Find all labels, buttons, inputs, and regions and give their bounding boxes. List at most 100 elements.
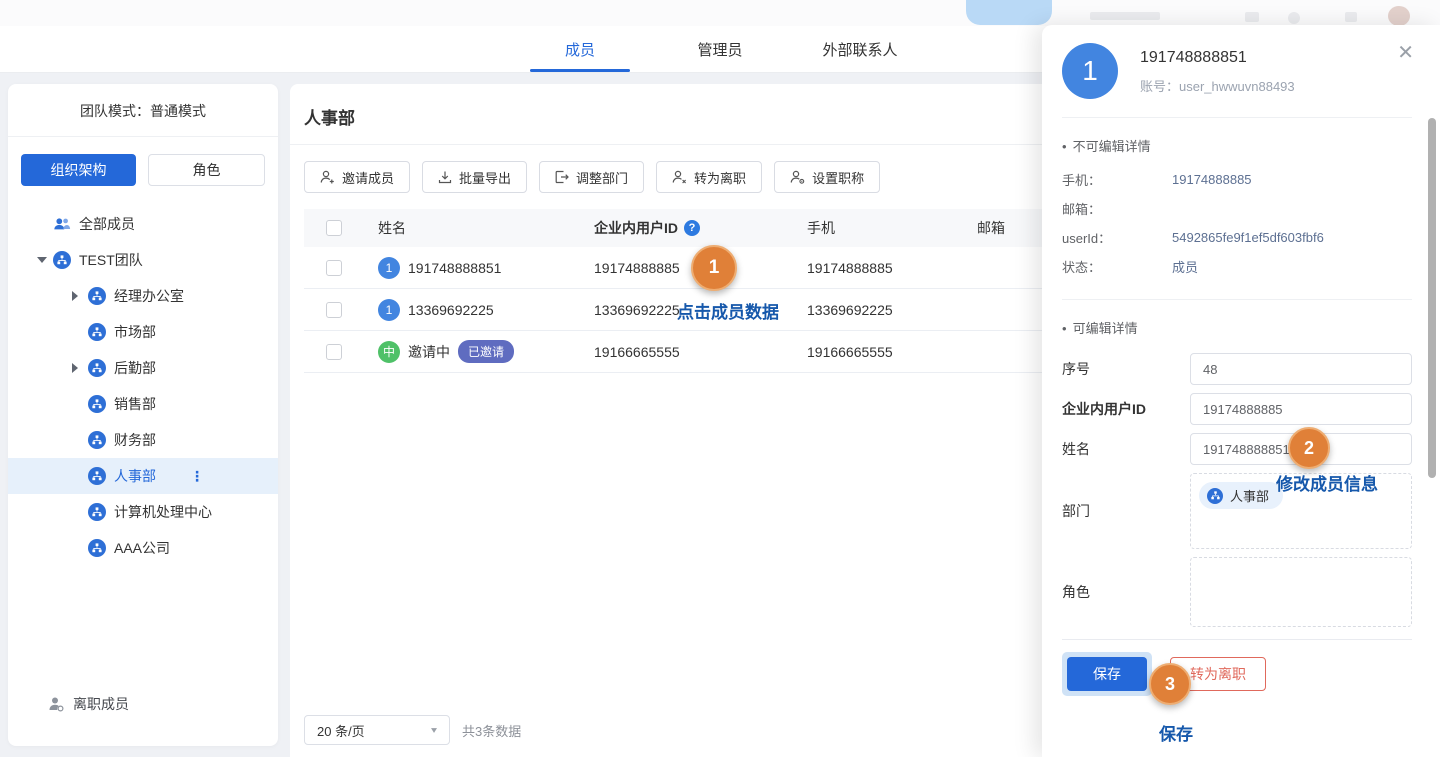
convert-resigned-label: 转为离职 — [694, 168, 746, 187]
tab-external-contacts[interactable]: 外部联系人 — [790, 26, 930, 72]
resigned-members-link[interactable]: 离职成员 — [48, 694, 129, 714]
org-icon — [88, 287, 106, 305]
role-picker[interactable] — [1190, 557, 1412, 627]
download-icon — [438, 170, 452, 184]
tree-item-label: 财务部 — [114, 430, 156, 450]
resigned-person-icon — [48, 696, 64, 712]
tree-item-5[interactable]: 财务部 — [8, 422, 278, 458]
tab-members[interactable]: 成员 — [510, 26, 650, 72]
ghost-user-avatar — [1388, 6, 1410, 26]
ghost-doc-icon — [1245, 12, 1259, 22]
org-icon — [88, 359, 106, 377]
adjust-department-button[interactable]: 调整部门 — [539, 161, 644, 193]
tree-item-label: 人事部 — [114, 466, 156, 486]
invite-member-button[interactable]: 邀请成员 — [304, 161, 410, 193]
set-title-button[interactable]: 设置职称 — [774, 161, 880, 193]
tree-item-all-members[interactable]: 全部成员 — [8, 206, 278, 242]
name-label: 姓名 — [1062, 439, 1190, 459]
role-label: 角色 — [1062, 582, 1190, 602]
tree-item-label: 市场部 — [114, 322, 156, 342]
tree-item-3[interactable]: 后勤部 — [8, 350, 278, 386]
row-phone: 13369692225 — [793, 302, 963, 318]
org-icon — [53, 251, 71, 269]
close-icon[interactable]: ✕ — [1397, 43, 1414, 63]
drawer-header: 1 191748888851 账号：user_hwwuvn88493 — [1062, 39, 1412, 117]
drawer-footer: 保存 转为离职 — [1062, 639, 1412, 696]
member-name: 191748888851 — [1140, 49, 1295, 67]
org-icon — [88, 503, 106, 521]
seq-label: 序号 — [1062, 359, 1190, 379]
tree-item-7[interactable]: 计算机处理中心 — [8, 494, 278, 530]
row-checkbox[interactable] — [326, 302, 342, 318]
org-structure-button[interactable]: 组织架构 — [21, 154, 136, 186]
page-size-select[interactable]: 20 条/页 ▾ — [304, 715, 450, 745]
member-account: 账号：user_hwwuvn88493 — [1140, 76, 1295, 95]
convert-resigned-button[interactable]: 转为离职 — [656, 161, 762, 193]
editable-section-title: 可编辑详情 — [1062, 318, 1412, 337]
org-icon — [1207, 488, 1223, 504]
group-icon — [53, 216, 71, 232]
row-avatar: 中 — [378, 341, 400, 363]
invited-badge: 已邀请 — [458, 340, 514, 363]
sidebar: 团队模式：普通模式 组织架构 角色 全部成员 TEST团队经理办公室市场部后勤部… — [8, 84, 278, 746]
org-icon — [88, 323, 106, 341]
tree-item-menu-icon[interactable]: ⋮ — [190, 468, 205, 485]
tree-item-6[interactable]: 人事部 ⋮ — [8, 458, 278, 494]
move-out-icon — [555, 170, 569, 184]
tree-item-label: 销售部 — [114, 394, 156, 414]
department-tree: 全部成员 TEST团队经理办公室市场部后勤部销售部财务部人事部 ⋮ 计算机处理中心 A… — [8, 206, 278, 566]
caret-right-icon[interactable] — [72, 363, 88, 373]
tree-item-label: 计算机处理中心 — [114, 502, 212, 522]
person-plus-icon — [320, 170, 335, 184]
person-gear-icon — [790, 170, 805, 184]
pagination: 20 条/页 ▾ 共3条数据 — [304, 715, 521, 745]
help-icon[interactable]: ? — [684, 220, 700, 236]
tree-item-label: 经理办公室 — [114, 286, 184, 306]
ghost-bell-icon — [1345, 12, 1357, 22]
readonly-field-status: 状态： 成员 — [1062, 252, 1412, 281]
tree-item-4[interactable]: 销售部 — [8, 386, 278, 422]
tree-item-label: AAA公司 — [114, 538, 170, 558]
role-button[interactable]: 角色 — [148, 154, 265, 186]
row-phone: 19166665555 — [793, 344, 963, 360]
readonly-section-title: 不可编辑详情 — [1062, 136, 1412, 155]
select-all-checkbox[interactable] — [326, 220, 342, 236]
annotation-step-2: 2 — [1288, 427, 1330, 469]
tree-item-2[interactable]: 市场部 — [8, 314, 278, 350]
ghost-help-icon — [1288, 12, 1300, 24]
org-icon — [88, 395, 106, 413]
row-avatar: 1 — [378, 299, 400, 321]
readonly-field-userid: userId： 5492865fe9f1ef5df603fbf6 — [1062, 223, 1412, 252]
tree-item-1[interactable]: 经理办公室 — [8, 278, 278, 314]
drawer-scrollbar[interactable] — [1428, 118, 1436, 478]
header-enterprise-id: 企业内用户ID ? — [580, 218, 793, 238]
row-checkbox[interactable] — [326, 260, 342, 276]
row-avatar: 1 — [378, 257, 400, 279]
readonly-field-email: 邮箱： — [1062, 194, 1412, 223]
save-button[interactable]: 保存 — [1067, 657, 1147, 691]
tree-item-0[interactable]: TEST团队 — [8, 242, 278, 278]
batch-export-label: 批量导出 — [459, 168, 511, 187]
batch-export-button[interactable]: 批量导出 — [422, 161, 527, 193]
row-checkbox[interactable] — [326, 344, 342, 360]
page-size-value: 20 条/页 — [317, 721, 365, 740]
annotation-text-3: 保存 — [1159, 720, 1193, 745]
annotation-text-1: 点击成员数据 — [677, 298, 779, 323]
department-tag[interactable]: 人事部 — [1199, 482, 1283, 509]
tree-item-label: TEST团队 — [79, 250, 143, 270]
annotation-step-1: 1 — [691, 245, 737, 291]
enterprise-id-input[interactable] — [1190, 393, 1412, 425]
caret-down-icon[interactable] — [37, 257, 53, 263]
drawer-divider — [1062, 117, 1412, 118]
caret-right-icon[interactable] — [72, 291, 88, 301]
tab-admins[interactable]: 管理员 — [650, 26, 790, 72]
row-name: 13369692225 — [408, 302, 494, 318]
team-mode-title: 团队模式：普通模式 — [8, 84, 278, 136]
tree-item-8[interactable]: AAA公司 — [8, 530, 278, 566]
ghost-header-pill — [966, 0, 1052, 25]
row-enterprise-id: 19166665555 — [580, 344, 793, 360]
annotation-text-2: 修改成员信息 — [1276, 470, 1378, 495]
member-detail-drawer: ✕ 1 191748888851 账号：user_hwwuvn88493 不可编… — [1042, 25, 1440, 757]
invite-member-label: 邀请成员 — [342, 168, 394, 187]
seq-input[interactable] — [1190, 353, 1412, 385]
